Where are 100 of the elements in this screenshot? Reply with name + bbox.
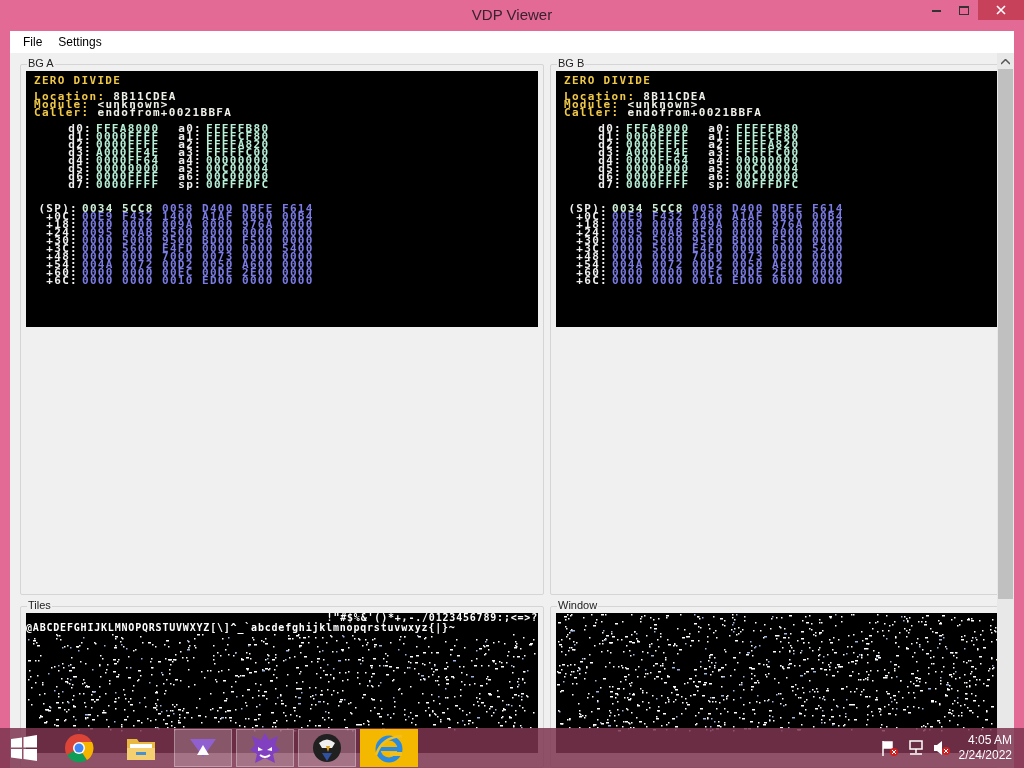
stack-word: 9500 (162, 237, 195, 245)
stack-word: 0000 (652, 277, 685, 285)
minimize-icon (931, 8, 941, 12)
stack-offset: +54: (575, 261, 609, 269)
speaker-muted-icon[interactable] (932, 740, 951, 756)
clock-date[interactable]: 2/24/2022 (958, 748, 1012, 763)
stack-word: 00D2 (162, 261, 195, 269)
stack-word: 0000 (82, 253, 115, 261)
network-icon[interactable] (906, 740, 925, 756)
stack-word: A600 (242, 261, 275, 269)
e-letter-icon (374, 733, 404, 763)
stack-offset: +6C: (45, 277, 79, 285)
register-name: d7: (597, 181, 623, 189)
stack-word: 9500 (692, 229, 725, 237)
stack-word: F432 (652, 213, 685, 221)
stack-word: 00B4 (812, 213, 845, 221)
stack-word: 00E9 (82, 213, 115, 221)
info-value: 8B11CDEA (113, 93, 177, 101)
register-value: 00C00000 (736, 173, 801, 181)
register-name: d3: (597, 149, 623, 157)
stack-word: 0000 (122, 277, 155, 285)
stack-word: 0050 (732, 261, 765, 269)
register-name: d2: (67, 141, 93, 149)
bird-head-icon (312, 733, 342, 763)
menu-item[interactable]: Settings (51, 33, 109, 51)
stack-word: 0034 (612, 205, 645, 213)
stack-word: F432 (122, 213, 155, 221)
stack-word: 9500 (692, 237, 725, 245)
register-value: 00FFFDFC (206, 181, 271, 189)
clock-time[interactable]: 4:05 AM (967, 733, 1012, 748)
stack-offset: +0C: (576, 213, 609, 221)
stack-word: 0000 (652, 221, 685, 229)
register-value: 00000000 (206, 157, 271, 165)
stack-word: 00AB (122, 229, 155, 237)
stack-word: 0000 (612, 221, 645, 229)
stack-word: 0073 (732, 253, 765, 261)
stack-word: 0000 (772, 277, 805, 285)
stack-word: 0000 (122, 221, 155, 229)
stack-word: 0000 (282, 277, 315, 285)
info-value: 8B11CDEA (643, 93, 707, 101)
stack-word: 7000 (692, 253, 725, 261)
stack-word: 0000 (82, 245, 115, 253)
round-browser-icon (64, 733, 94, 763)
stack-word: 5000 (122, 237, 155, 245)
stack-word: 0000 (612, 253, 645, 261)
register-value: FFFFA820 (206, 141, 271, 149)
register-name: d3: (67, 149, 93, 157)
stack-word: 0010 (162, 277, 195, 285)
stack-word: 976A (242, 221, 275, 229)
stack-word: 0095 (82, 229, 115, 237)
stack-word: 0000 (772, 229, 805, 237)
stack-word: F614 (812, 205, 845, 213)
stack-word: A1AF (202, 213, 235, 221)
stack-offset: +6C: (575, 277, 609, 285)
menu-item[interactable]: File (16, 33, 50, 51)
info-value: <unknown> (627, 101, 699, 109)
register-name: d1: (597, 133, 623, 141)
stack-word: 0000 (652, 253, 685, 261)
group-title: BG B (557, 57, 586, 70)
stack-word: 0000 (612, 269, 645, 277)
stack-word: 0000 (282, 221, 315, 229)
register-value: 0000FF64 (626, 157, 691, 165)
register-name: a4: (177, 157, 203, 165)
stack-word: BD00 (732, 237, 765, 245)
stack-word: ED00 (202, 277, 235, 285)
windows-logo-icon (11, 735, 37, 761)
stack-word: 0000 (82, 269, 115, 277)
stack-word: 0000 (812, 237, 845, 245)
register-value: A000FF4E (626, 149, 691, 157)
stack-word: 5000 (652, 237, 685, 245)
close-button[interactable] (978, 0, 1024, 20)
stack-word: 2E00 (772, 269, 805, 277)
register-name: a2: (707, 141, 733, 149)
stack-word: 2E00 (242, 269, 275, 277)
register-name: d0: (67, 125, 93, 133)
stack-word: 0000 (772, 245, 805, 253)
register-name: sp: (707, 181, 733, 189)
register-name: a4: (707, 157, 733, 165)
register-name: a6: (177, 173, 203, 181)
register-value: FFFFCF80 (206, 133, 271, 141)
register-name: d4: (597, 157, 623, 165)
stack-word: 0000 (282, 229, 315, 237)
stack-word: 0000 (732, 221, 765, 229)
tile-text: @ABCDEFGHIJKLMNOPQRSTUVWXYZ[\]^_`abcdefghijklmnopqrstuvwxyz{|}~ (26, 623, 456, 633)
stack-offset: +54: (45, 261, 79, 269)
stack-offset: +18: (575, 221, 609, 229)
stack-word: E4FD (162, 245, 195, 253)
stack-word: 0000 (732, 229, 765, 237)
stack-word: D400 (202, 205, 235, 213)
flag-icon[interactable] (880, 740, 899, 756)
stack-word: 5400 (282, 245, 315, 253)
taskbar-app[interactable] (298, 729, 356, 767)
stack-word: 004A (612, 261, 645, 269)
stack-word: 0050 (202, 261, 235, 269)
scrollbar[interactable] (997, 53, 1014, 728)
stack-word: 0000 (282, 253, 315, 261)
stack-word: 0000 (122, 253, 155, 261)
stack-word: 0000 (612, 245, 645, 253)
window-title: VDP Viewer (471, 5, 553, 26)
scrollbar-thumb[interactable] (998, 69, 1013, 599)
